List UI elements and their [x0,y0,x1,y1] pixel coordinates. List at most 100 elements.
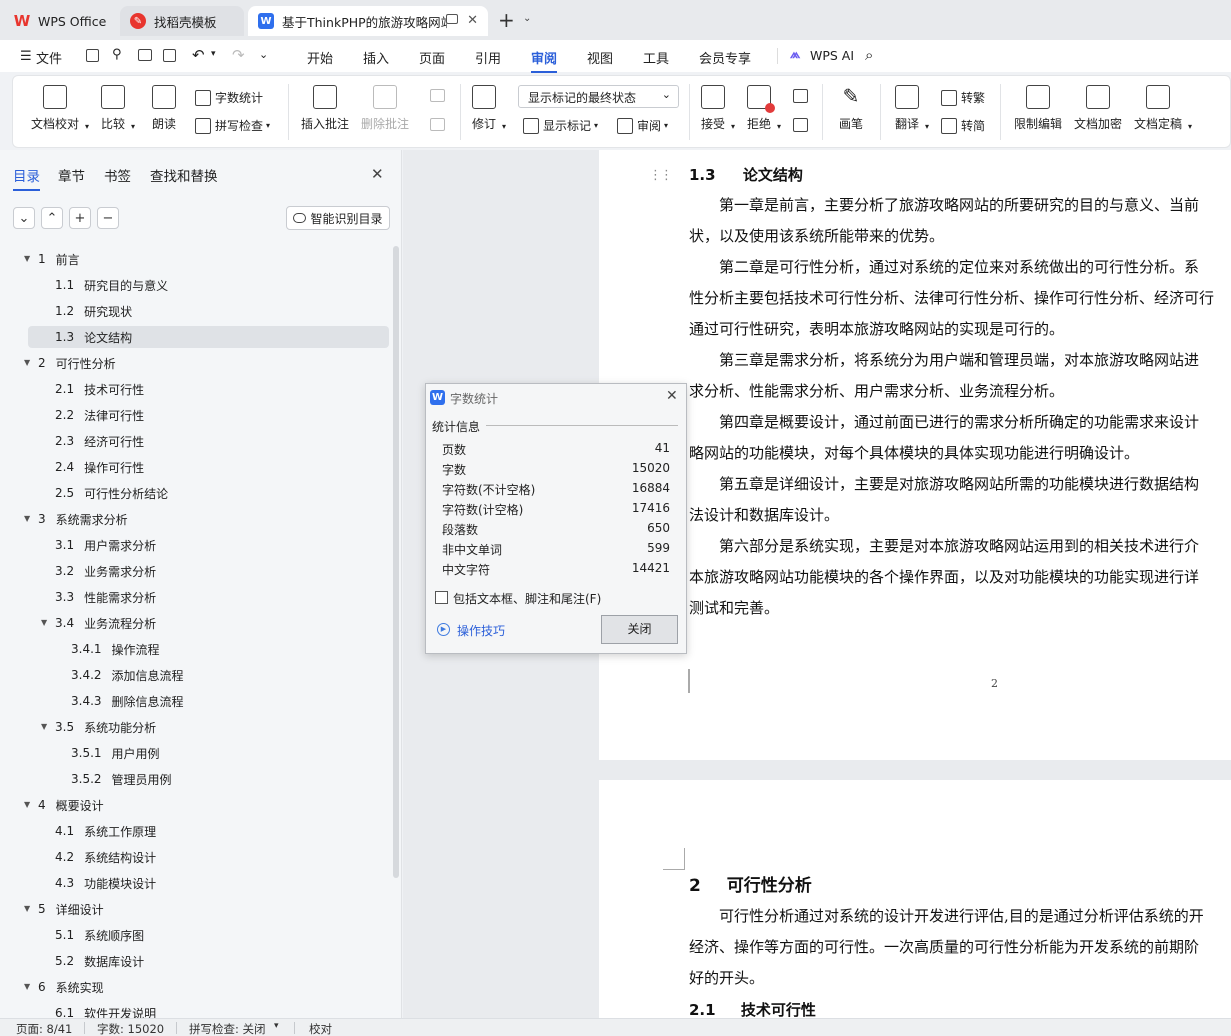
pen-button[interactable]: ✎ 画笔 [839,85,863,132]
expand-arrow-icon[interactable]: ▼ [41,722,47,731]
toc-item[interactable]: 1.3 论文结构 [28,326,389,348]
toc-item[interactable]: 3.5.2 管理员用例 [71,768,172,790]
close-button[interactable]: 关闭 [601,615,678,644]
review-pane-button[interactable]: 审阅 ▾ [617,117,668,134]
expand-up-button[interactable]: ⌃ [41,207,63,229]
restrict-edit-button[interactable]: 限制编辑 [1014,85,1062,132]
tips-icon[interactable]: ▶ [437,623,450,636]
more-dropdown-icon[interactable]: ⌄ [259,48,268,61]
toc-item[interactable]: 2 可行性分析 [38,352,116,374]
next-change-icon[interactable] [793,118,808,132]
search-icon[interactable]: ⌕ [865,46,873,64]
expand-arrow-icon[interactable]: ▼ [24,904,30,913]
tab-chapters[interactable]: 章节 [58,165,85,185]
menu-insert[interactable]: 插入 [363,48,389,67]
accept-button[interactable]: 接受 ▾ [701,85,735,132]
toc-scrollbar[interactable] [393,246,399,878]
tab-templates[interactable]: ✎ 找稻壳模板 [120,6,244,36]
menu-review[interactable]: 审阅 [531,48,558,73]
toc-item[interactable]: 4.2 系统结构设计 [55,846,156,868]
toc-item[interactable]: 3.2 业务需求分析 [55,560,156,582]
collapse-all-button[interactable]: ⌄ [13,207,35,229]
tab-bookmarks[interactable]: 书签 [104,165,131,185]
doc-check-button[interactable]: 文档校对 ▾ [31,85,89,132]
reject-button[interactable]: 拒绝 ▾ [747,85,781,132]
toc-item[interactable]: 3.1 用户需求分析 [55,534,156,556]
expand-arrow-icon[interactable]: ▼ [24,514,30,523]
toc-item[interactable]: 3.4.1 操作流程 [71,638,160,660]
expand-arrow-icon[interactable]: ▼ [24,800,30,809]
chevron-down-icon[interactable]: ▾ [274,1021,279,1031]
expand-arrow-icon[interactable]: ▼ [24,982,30,991]
close-panel-icon[interactable]: ✕ [371,165,384,183]
compare-button[interactable]: 比较 ▾ [101,85,135,132]
menu-tools[interactable]: 工具 [643,48,669,67]
undo-icon[interactable]: ↶ [192,46,205,64]
drag-handle-icon[interactable]: ⋮⋮ [649,168,673,183]
toc-item[interactable]: 4.3 功能模块设计 [55,872,156,894]
to-traditional-button[interactable]: 转繁 [941,89,985,106]
encrypt-button[interactable]: 文档加密 [1074,85,1122,132]
toc-item[interactable]: 4.1 系统工作原理 [55,820,156,842]
status-spell[interactable]: 拼写检查: 关闭 [189,1021,266,1036]
share-icon[interactable]: ⚲ [112,47,122,62]
close-tab-icon[interactable]: ✕ [467,13,478,28]
translate-button[interactable]: 翻译 ▾ [895,85,929,132]
menu-wps-ai[interactable]: WPS AI [810,48,854,63]
word-count-button[interactable]: 字数统计 [195,89,263,106]
menu-page[interactable]: 页面 [419,48,445,67]
toc-item[interactable]: 2.1 技术可行性 [55,378,144,400]
include-footnotes-checkbox[interactable] [435,591,448,604]
markup-mode-select[interactable]: 显示标记的最终状态 ⌄ [518,85,679,108]
toc-item[interactable]: 2.4 操作可行性 [55,456,144,478]
toc-item[interactable]: 3.5.1 用户用例 [71,742,160,764]
tips-link[interactable]: 操作技巧 [457,622,505,639]
finalize-button[interactable]: 文档定稿 ▾ [1134,85,1192,132]
menu-reference[interactable]: 引用 [475,48,501,67]
toc-item[interactable]: 1 前言 [38,248,80,270]
to-simplified-button[interactable]: 转简 [941,117,985,134]
menu-start[interactable]: 开始 [307,48,333,67]
show-markup-button[interactable]: 显示标记 ▾ [523,117,598,134]
menu-view[interactable]: 视图 [587,48,613,67]
insert-comment-button[interactable]: 插入批注 [301,85,349,132]
smart-toc-button[interactable]: 智能识别目录 [286,206,390,230]
toc-item[interactable]: 5.2 数据库设计 [55,950,144,972]
toc-item[interactable]: 1.1 研究目的与意义 [55,274,168,296]
toc-item[interactable]: 3.4.2 添加信息流程 [71,664,184,686]
menu-member[interactable]: 会员专享 [699,48,751,67]
expand-arrow-icon[interactable]: ▼ [41,618,47,627]
toc-item[interactable]: 3.4 业务流程分析 [55,612,156,634]
toc-item[interactable]: 3.4.3 删除信息流程 [71,690,184,712]
print-preview-icon[interactable] [163,49,176,62]
toc-item[interactable]: 6 系统实现 [38,976,104,998]
toc-item[interactable]: 3.5 系统功能分析 [55,716,156,738]
tab-wps-office[interactable]: W WPS Office [4,6,116,36]
screen-icon[interactable] [446,14,458,24]
toc-item[interactable]: 2.5 可行性分析结论 [55,482,168,504]
hamburger-icon[interactable]: ☰ [20,49,32,64]
toc-item[interactable]: 1.2 研究现状 [55,300,132,322]
save-icon[interactable] [86,49,99,62]
toc-item[interactable]: 5.1 系统顺序图 [55,924,144,946]
expand-arrow-icon[interactable]: ▼ [24,358,30,367]
undo-dropdown-icon[interactable]: ▾ [211,49,216,59]
wps-ai-icon[interactable]: ⩕ [790,47,800,62]
tab-toc[interactable]: 目录 [13,165,40,191]
prev-change-icon[interactable] [793,89,808,103]
expand-arrow-icon[interactable]: ▼ [24,254,30,263]
toc-item[interactable]: 5 详细设计 [38,898,104,920]
revise-button[interactable]: 修订 ▾ [472,85,506,132]
add-heading-button[interactable]: + [69,207,91,229]
status-proof[interactable]: 校对 [309,1021,332,1036]
toc-item[interactable]: 3.3 性能需求分析 [55,586,156,608]
menu-file[interactable]: 文件 [36,48,62,67]
tab-document[interactable]: W 基于ThinkPHP的旅游攻略网站 ✕ [248,6,488,36]
toc-item[interactable]: 2.3 经济可行性 [55,430,144,452]
toc-item[interactable]: 3 系统需求分析 [38,508,128,530]
new-tab-icon[interactable]: + [498,8,515,32]
toc-item[interactable]: 4 概要设计 [38,794,104,816]
print-icon[interactable] [138,49,152,61]
toc-item[interactable]: 2.2 法律可行性 [55,404,144,426]
chevron-down-icon[interactable]: ⌄ [523,13,531,24]
